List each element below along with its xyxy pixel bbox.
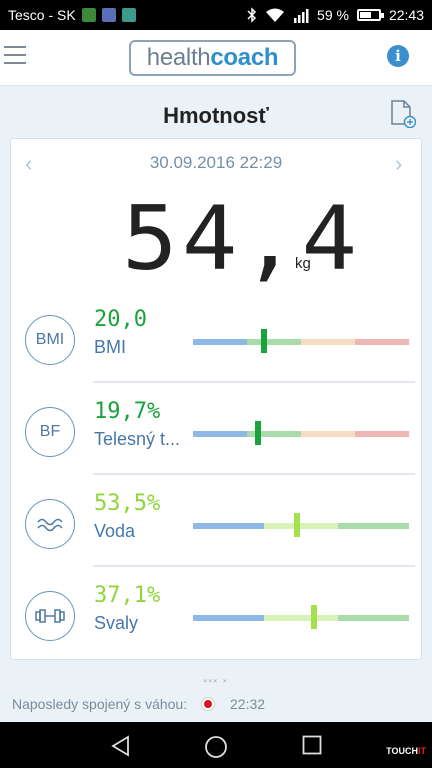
clock: 22:43 <box>388 7 424 23</box>
water-icon <box>25 499 75 549</box>
metric-label: Telesný t... <box>94 429 181 449</box>
range-segment <box>193 339 247 345</box>
last-connected-label: Naposledy spojený s váhou: <box>12 696 188 712</box>
weight-unit: kg <box>295 255 311 272</box>
body-fat-icon: BF <box>25 407 75 457</box>
range-segment <box>264 523 338 529</box>
range-segment <box>301 431 355 437</box>
metric-row-water[interactable]: 53,5% Voda <box>11 479 423 567</box>
info-icon[interactable]: i <box>387 45 409 67</box>
range-marker <box>293 513 300 537</box>
last-connected-time: 22:32 <box>230 696 266 712</box>
recents-icon[interactable] <box>302 735 322 755</box>
metric-row-body-fat[interactable]: BF 19,7% Telesný t... <box>11 387 423 475</box>
notification-heart-icon <box>101 8 116 22</box>
signal-icon <box>294 8 309 23</box>
metric-label: Voda <box>94 521 136 541</box>
metric-value: 19,7% <box>94 399 161 424</box>
divider <box>93 473 415 475</box>
carrier-label: Tesco - SK <box>8 7 76 23</box>
battery-percent: 59 % <box>317 7 349 23</box>
watermark-part2: IT <box>418 746 426 756</box>
range-segment <box>355 339 409 345</box>
metric-value: 20,0 <box>94 307 147 332</box>
metric-value: 53,5% <box>94 491 161 516</box>
bmi-icon: BMI <box>25 315 75 365</box>
metric-label: Svaly <box>94 613 139 633</box>
wifi-icon <box>266 8 285 22</box>
range-segment <box>247 339 301 345</box>
watermark: TOUCHIT <box>386 746 426 756</box>
range-segment <box>301 339 355 345</box>
healthcoach-logo: health coach <box>129 40 296 76</box>
logo-text-health: health <box>146 44 211 71</box>
page-title: Hmotnosť <box>163 103 269 128</box>
battery-icon <box>356 9 384 21</box>
metric-label: BMI <box>94 337 127 357</box>
scroll-hint: ˟˟˟ ˟ <box>203 678 229 688</box>
weight-value: 54,4 <box>122 187 362 290</box>
metric-range-bar <box>193 329 409 353</box>
measurement-date: 30.09.2016 22:29 <box>149 153 283 172</box>
range-segment <box>337 615 409 621</box>
range-segment <box>355 431 409 437</box>
next-arrow-icon[interactable]: › <box>395 151 402 177</box>
metric-range-bar <box>193 605 409 629</box>
system-nav-bar: TOUCHIT <box>0 722 432 768</box>
muscle-icon <box>25 591 75 641</box>
watermark-part1: TOUCH <box>386 746 418 756</box>
connection-status-dot <box>202 698 214 710</box>
range-segment <box>264 615 338 621</box>
menu-icon[interactable] <box>4 46 26 64</box>
range-segment <box>193 523 265 529</box>
status-bar: Tesco - SK 59 % 22:43 <box>0 0 432 30</box>
app-bar: health coach i <box>0 30 432 86</box>
range-marker <box>310 605 317 629</box>
metric-row-muscle[interactable]: 37,1% Svaly <box>11 571 423 659</box>
range-marker <box>261 329 268 353</box>
divider <box>93 565 415 567</box>
connection-footer: ˟˟˟ ˟ Naposledy spojený s váhou: 22:32 <box>0 676 432 720</box>
notification-image-icon <box>121 8 136 22</box>
new-document-icon[interactable] <box>390 100 416 128</box>
metric-range-bar <box>193 513 409 537</box>
metric-row-bmi[interactable]: BMI 20,0 BMI <box>11 295 423 383</box>
range-segment <box>337 523 409 529</box>
metric-value: 37,1% <box>94 583 161 608</box>
back-icon[interactable] <box>110 735 132 757</box>
measurement-card: ‹ 30.09.2016 22:29 › 54,4 kg BMI 20,0 BM… <box>10 138 422 660</box>
logo-text-coach: coach <box>210 44 279 71</box>
range-segment <box>193 615 265 621</box>
home-icon[interactable] <box>204 735 228 759</box>
range-marker <box>254 421 261 445</box>
range-segment <box>193 431 247 437</box>
metric-range-bar <box>193 421 409 445</box>
divider <box>93 381 415 383</box>
notification-tasks-icon <box>81 8 96 22</box>
bluetooth-icon <box>247 7 257 23</box>
